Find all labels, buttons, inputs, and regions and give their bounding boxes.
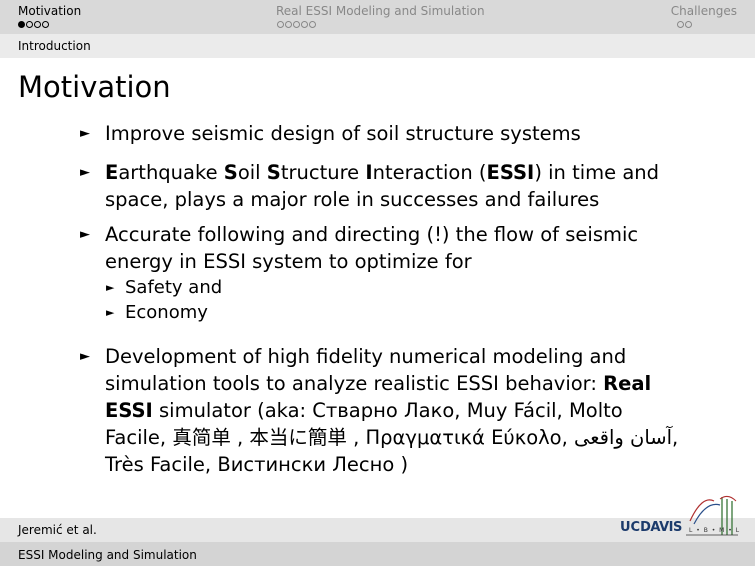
footer-author[interactable]: Jeremić et al. <box>18 523 97 537</box>
bullet-item: ► Development of high fidelity numerical… <box>80 343 690 478</box>
nav-dot[interactable] <box>685 21 692 28</box>
bullet-item: ► Improve seismic design of soil structu… <box>80 120 690 147</box>
triangle-bullet-icon: ► <box>80 349 90 364</box>
subsection-bar: Introduction <box>0 34 755 58</box>
sub-bullet-text: Safety and <box>125 277 223 298</box>
nav-dot[interactable] <box>26 21 33 28</box>
nav-dot[interactable] <box>277 21 284 28</box>
bullet-text: Improve seismic design of soil structure… <box>105 122 581 145</box>
triangle-bullet-icon: ► <box>80 126 90 141</box>
nav-dot[interactable] <box>18 21 25 28</box>
lbml-logo-text: L • B • M • L <box>689 527 741 534</box>
bullet-text: Development of high fidelity numerical m… <box>105 345 679 476</box>
sub-bullet-item: ► Economy <box>80 300 690 325</box>
nav-dot[interactable] <box>293 21 300 28</box>
nav-dot[interactable] <box>285 21 292 28</box>
nav-section-challenges[interactable]: Challenges <box>671 4 737 18</box>
sub-bullet-item: ► Safety and <box>80 275 690 300</box>
slide-content: ► Improve seismic design of soil structu… <box>80 120 690 478</box>
nav-dot[interactable] <box>42 21 49 28</box>
nav-section-motivation[interactable]: Motivation <box>18 4 81 18</box>
triangle-bullet-icon: ► <box>80 165 90 180</box>
nav-dots-real-essi[interactable] <box>277 21 316 28</box>
ucdavis-logo: UCDAVIS <box>620 520 682 535</box>
nav-dot[interactable] <box>309 21 316 28</box>
headline-bar: Motivation Real ESSI Modeling and Simula… <box>0 0 755 34</box>
nav-dot[interactable] <box>34 21 41 28</box>
nav-dots-challenges[interactable] <box>677 21 692 28</box>
nav-dots-motivation[interactable] <box>18 21 49 28</box>
sub-bullet-text: Economy <box>125 302 208 323</box>
triangle-bullet-icon: ► <box>106 306 115 319</box>
triangle-bullet-icon: ► <box>80 227 90 242</box>
bullet-text: Earthquake Soil Structure Interaction (E… <box>105 161 660 211</box>
nav-dot[interactable] <box>301 21 308 28</box>
bullet-item: ► Earthquake Soil Structure Interaction … <box>80 159 690 213</box>
footer-title[interactable]: ESSI Modeling and Simulation <box>18 548 197 562</box>
nav-dot[interactable] <box>677 21 684 28</box>
subsection-title[interactable]: Introduction <box>18 39 91 53</box>
frame-title: Motivation <box>18 70 171 104</box>
footer-title-bar: ESSI Modeling and Simulation <box>0 542 755 566</box>
triangle-bullet-icon: ► <box>106 281 115 294</box>
bullet-item: ► Accurate following and directing (!) t… <box>80 221 690 275</box>
nav-section-real-essi[interactable]: Real ESSI Modeling and Simulation <box>276 4 485 18</box>
bullet-text: Accurate following and directing (!) the… <box>105 223 639 273</box>
